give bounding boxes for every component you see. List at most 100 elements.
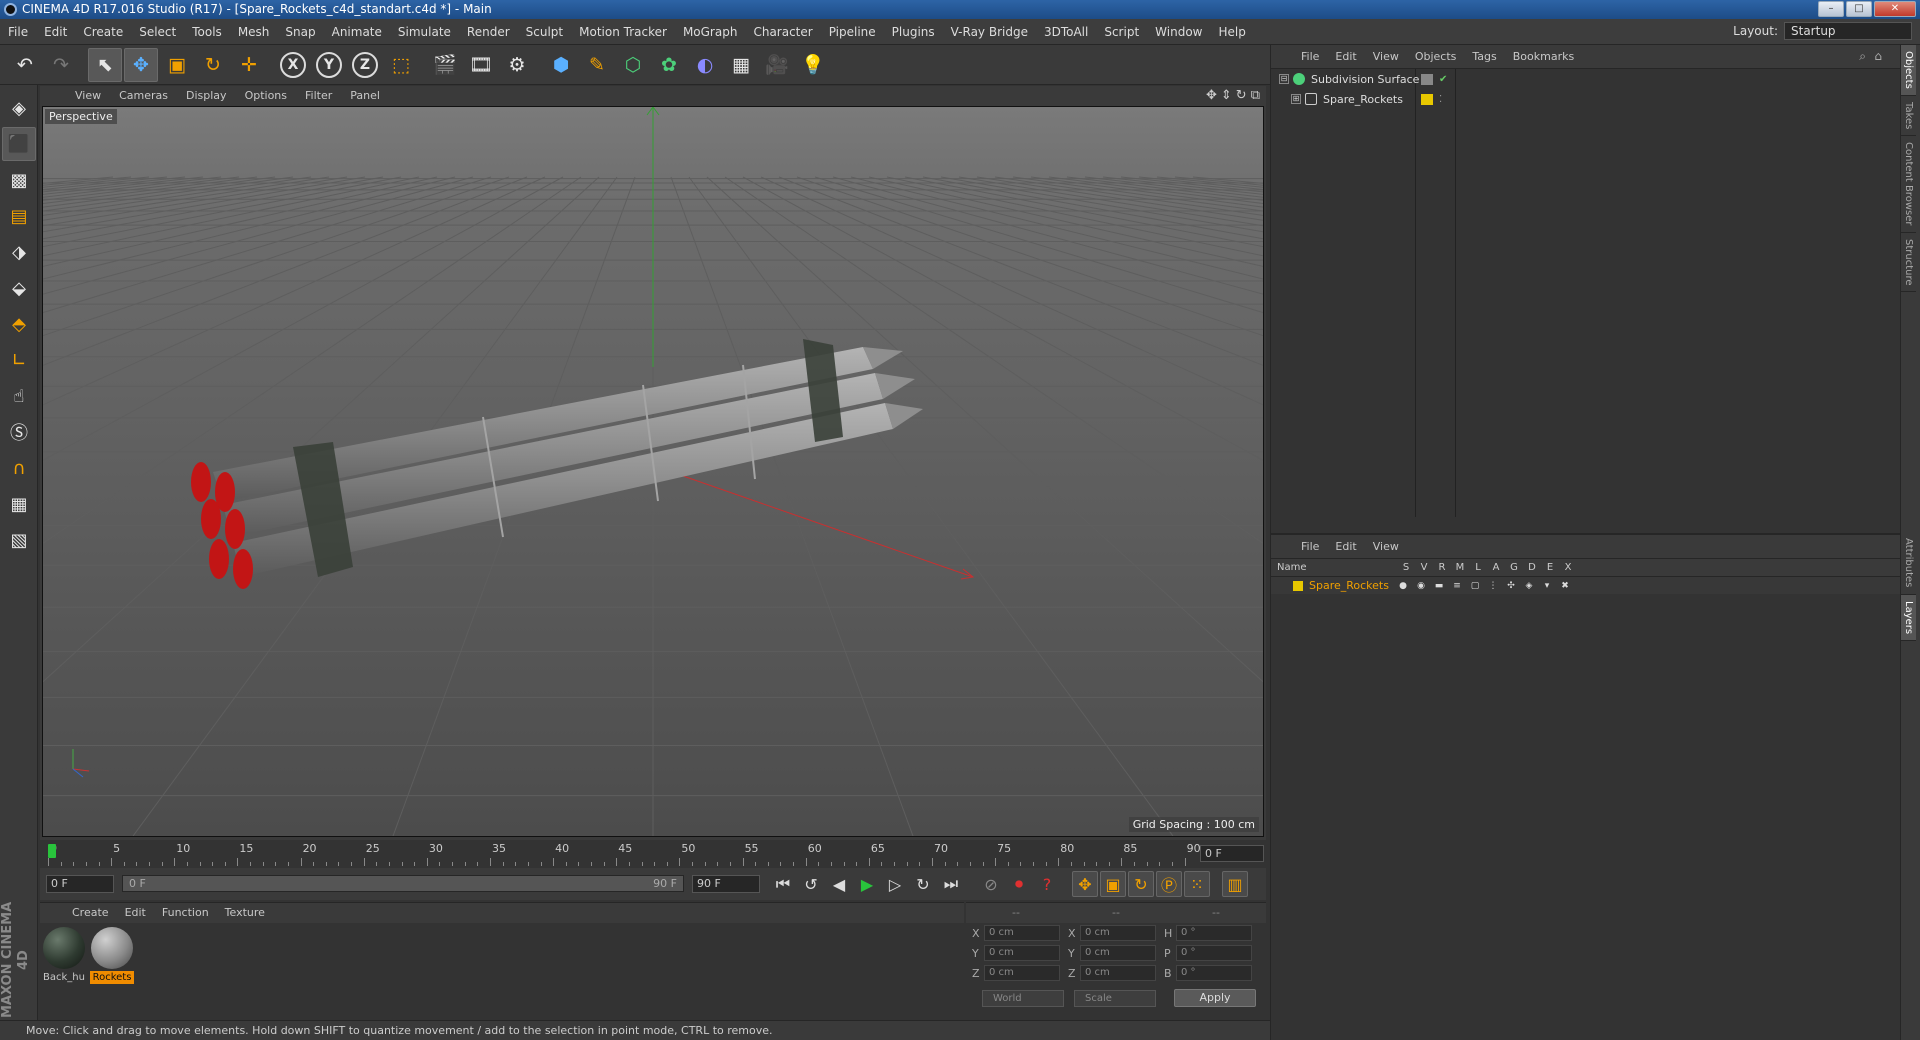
axis-mode-icon[interactable]: ∟ xyxy=(2,343,36,377)
layer-row[interactable]: Spare_Rockets ● ◉ ▬ ≡ ▢ ⋮ ✣ ◈ ▾ ✖ xyxy=(1271,577,1901,594)
tab-takes[interactable]: Takes xyxy=(1901,96,1916,137)
object-menu-tags[interactable]: Tags xyxy=(1464,45,1504,69)
camera-icon[interactable]: 🎥 xyxy=(760,48,794,82)
viewport-menu-display[interactable]: Display xyxy=(177,86,236,106)
locked-workplane-icon[interactable]: ▧ xyxy=(2,523,36,557)
model-mode-icon[interactable]: ⬛ xyxy=(2,127,36,161)
material-menu-create[interactable]: Create xyxy=(64,903,117,923)
layer-menu-edit[interactable]: Edit xyxy=(1327,535,1364,559)
next-frame-icon[interactable]: ▷ xyxy=(882,871,908,897)
tree-row-subdivision-surface[interactable]: ⊟ Subdivision Surface ✔ xyxy=(1271,69,1901,89)
zoom-view-icon[interactable]: ⇕ xyxy=(1221,88,1232,103)
go-to-start-icon[interactable]: ⏮ xyxy=(770,871,796,897)
manager-icon[interactable]: ≡ xyxy=(1451,581,1463,591)
col-deformers[interactable]: D xyxy=(1523,562,1541,573)
material-swatch[interactable]: Back_hu xyxy=(42,927,86,984)
viewport-menu-options[interactable]: Options xyxy=(236,86,296,106)
object-menu-bookmarks[interactable]: Bookmarks xyxy=(1505,45,1582,69)
menu-tools[interactable]: Tools xyxy=(184,19,230,45)
start-frame-field[interactable]: 0 F xyxy=(46,875,114,893)
menu-snap[interactable]: Snap xyxy=(277,19,323,45)
col-xref[interactable]: X xyxy=(1559,562,1577,573)
menu-sculpt[interactable]: Sculpt xyxy=(518,19,571,45)
menu-create[interactable]: Create xyxy=(75,19,131,45)
visibility-dots-icon[interactable]: ⁚ xyxy=(1439,94,1442,105)
render-picture-viewer-icon[interactable]: 🎞 xyxy=(464,48,498,82)
col-manager[interactable]: M xyxy=(1451,562,1469,573)
undo-icon[interactable]: ↶ xyxy=(8,48,42,82)
key-rotation-icon[interactable]: ↻ xyxy=(1128,871,1154,897)
material-swatch[interactable]: Rockets xyxy=(90,927,134,984)
rotation-p-field[interactable]: 0 ° xyxy=(1176,945,1252,961)
object-name[interactable]: Subdivision Surface xyxy=(1311,73,1419,86)
menu-pipeline[interactable]: Pipeline xyxy=(821,19,884,45)
animation-icon[interactable]: ⋮ xyxy=(1487,581,1499,591)
layer-menu-view[interactable]: View xyxy=(1365,535,1407,559)
menu-mesh[interactable]: Mesh xyxy=(230,19,278,45)
size-x-field[interactable]: 0 cm xyxy=(1080,925,1156,941)
position-y-field[interactable]: 0 cm xyxy=(984,945,1060,961)
menu-window[interactable]: Window xyxy=(1147,19,1210,45)
x-axis-lock-icon[interactable]: X xyxy=(276,48,310,82)
object-menu-view[interactable]: View xyxy=(1365,45,1407,69)
end-frame-field[interactable]: 90 F xyxy=(692,875,760,893)
workplane-icon[interactable]: ▤ xyxy=(2,199,36,233)
lock-icon[interactable]: ▢ xyxy=(1469,581,1481,591)
current-frame-field[interactable]: 0 F xyxy=(1200,845,1264,862)
viewport-menu-filter[interactable]: Filter xyxy=(296,86,341,106)
object-tree[interactable]: ⊟ Subdivision Surface ✔ ⊞ Spare_Rockets … xyxy=(1271,69,1901,517)
make-editable-icon[interactable]: ◈ xyxy=(2,91,36,125)
coordinate-system-icon[interactable]: ⬚ xyxy=(384,48,418,82)
menu-render[interactable]: Render xyxy=(459,19,518,45)
frame-range-slider[interactable]: 0 F 90 F xyxy=(122,875,684,892)
enabled-check-icon[interactable]: ✔ xyxy=(1439,74,1447,85)
menu-select[interactable]: Select xyxy=(131,19,184,45)
tab-objects[interactable]: Objects xyxy=(1901,45,1916,96)
floor-icon[interactable]: ▦ xyxy=(724,48,758,82)
maximize-button[interactable]: □ xyxy=(1846,1,1872,17)
coordinate-mode-dropdown[interactable]: Scale xyxy=(1074,989,1156,1007)
move-tool-icon[interactable]: ✥ xyxy=(124,47,158,82)
col-animation[interactable]: A xyxy=(1487,562,1505,573)
menu-plugins[interactable]: Plugins xyxy=(884,19,943,45)
solo-icon[interactable]: ● xyxy=(1397,581,1409,591)
polygons-mode-icon[interactable]: ⬘ xyxy=(2,307,36,341)
snap-icon[interactable]: Ⓢ xyxy=(2,415,36,449)
col-render[interactable]: R xyxy=(1433,562,1451,573)
recent-tool-icon[interactable]: ✛ xyxy=(232,48,266,82)
expand-icon[interactable]: ⊞ xyxy=(1291,94,1301,104)
menu-vray-bridge[interactable]: V-Ray Bridge xyxy=(943,19,1036,45)
menu-simulate[interactable]: Simulate xyxy=(390,19,459,45)
object-menu-objects[interactable]: Objects xyxy=(1407,45,1465,69)
render-icon[interactable]: ▬ xyxy=(1433,581,1445,591)
collapse-icon[interactable]: ⊟ xyxy=(1279,74,1289,84)
deformer-icon[interactable]: ◐ xyxy=(688,48,722,82)
workplane-lock-icon[interactable]: ▦ xyxy=(2,487,36,521)
material-menu-edit[interactable]: Edit xyxy=(117,903,154,923)
generator-icon[interactable]: ✣ xyxy=(1505,581,1517,591)
live-selection-icon[interactable]: ⬉ xyxy=(88,47,122,82)
playhead[interactable] xyxy=(48,844,56,858)
tab-structure[interactable]: Structure xyxy=(1901,233,1916,293)
previous-frame-icon[interactable]: ◀ xyxy=(826,871,852,897)
object-menu-edit[interactable]: Edit xyxy=(1327,45,1364,69)
size-y-field[interactable]: 0 cm xyxy=(1080,945,1156,961)
col-locked[interactable]: L xyxy=(1469,562,1487,573)
toggle-view-icon[interactable]: ⧉ xyxy=(1251,88,1260,103)
col-generators[interactable]: G xyxy=(1505,562,1523,573)
subdivision-surface-icon[interactable]: ⬡ xyxy=(616,48,650,82)
rotation-h-field[interactable]: 0 ° xyxy=(1176,925,1252,941)
menu-help[interactable]: Help xyxy=(1210,19,1253,45)
menu-3dtoall[interactable]: 3DToAll xyxy=(1036,19,1096,45)
key-position-icon[interactable]: ✥ xyxy=(1072,871,1098,897)
tab-content-browser[interactable]: Content Browser xyxy=(1901,136,1916,233)
pan-view-icon[interactable]: ✥ xyxy=(1206,88,1217,103)
search-icon[interactable]: ⌕ xyxy=(1859,49,1866,64)
tree-row-spare-rockets[interactable]: ⊞ Spare_Rockets ⁚ xyxy=(1271,89,1901,109)
deformer-icon[interactable]: ◈ xyxy=(1523,581,1535,591)
close-button[interactable]: ✕ xyxy=(1874,1,1916,17)
points-mode-icon[interactable]: ⬗ xyxy=(2,235,36,269)
motion-record-icon[interactable]: ⊘ xyxy=(978,871,1004,897)
viewport-menu-panel[interactable]: Panel xyxy=(341,86,389,106)
xref-icon[interactable]: ✖ xyxy=(1559,581,1571,591)
